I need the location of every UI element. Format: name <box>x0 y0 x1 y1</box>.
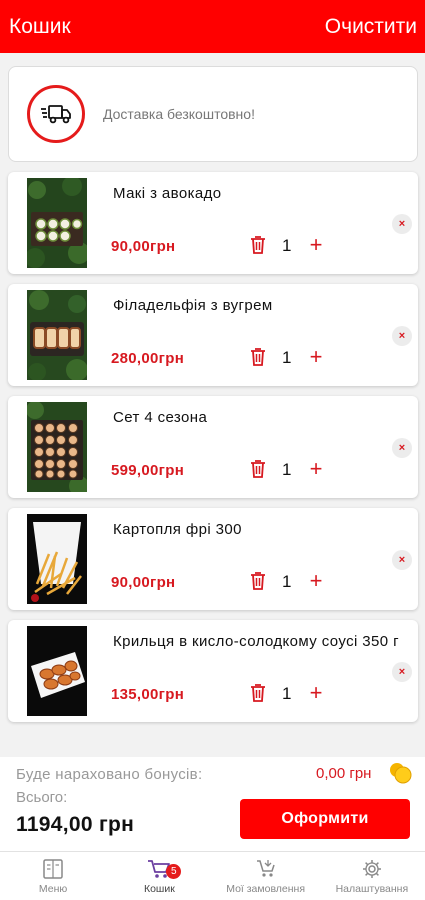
cart-item: Філадельфія з вугрем 280,00грн 1 + × <box>8 284 418 386</box>
coins-icon <box>388 762 412 784</box>
remove-item-button[interactable]: × <box>392 326 412 346</box>
trash-icon[interactable] <box>250 459 266 479</box>
remove-item-button[interactable]: × <box>392 550 412 570</box>
tab-menu[interactable]: Меню <box>0 852 106 900</box>
total-label: Всього: <box>16 789 68 806</box>
item-name: Крильця в кисло-солодкому соусі 350 г <box>113 633 399 650</box>
item-quantity: 1 <box>282 460 292 479</box>
cart-item: Макі з авокадо 90,00грн 1 + × <box>8 172 418 274</box>
product-image-philadelphia-eel <box>27 290 87 380</box>
tab-label: Налаштування <box>335 883 409 895</box>
item-name: Макі з авокадо <box>113 185 222 202</box>
remove-item-button[interactable]: × <box>392 438 412 458</box>
tab-label: Мої замовлення <box>226 883 306 895</box>
item-price: 90,00грн <box>111 574 176 591</box>
trash-icon[interactable] <box>250 683 266 703</box>
item-quantity: 1 <box>282 684 292 703</box>
item-name: Філадельфія з вугрем <box>113 297 273 314</box>
cart-item: Картопля фрі 300 90,00грн 1 + × <box>8 508 418 610</box>
product-image-set-4-seasons <box>27 402 87 492</box>
increase-quantity-button[interactable]: + <box>306 457 326 481</box>
checkout-button[interactable]: Оформити <box>240 799 410 839</box>
orders-icon <box>254 858 278 880</box>
page-title: Кошик <box>9 14 71 38</box>
delivery-banner: Доставка безкоштовно! <box>8 66 418 162</box>
remove-item-button[interactable]: × <box>392 662 412 682</box>
delivery-text: Доставка безкоштовно! <box>103 106 255 122</box>
delivery-truck-icon <box>27 85 85 143</box>
item-name: Сет 4 сезона <box>113 409 208 426</box>
product-image-wings-sweet-sour <box>27 626 87 716</box>
remove-item-button[interactable]: × <box>392 214 412 234</box>
item-price: 599,00грн <box>111 462 185 479</box>
cart-item: Сет 4 сезона 599,00грн 1 + × <box>8 396 418 498</box>
item-price: 280,00грн <box>111 350 185 367</box>
tab-label: Кошик <box>143 883 175 895</box>
trash-icon[interactable] <box>250 235 266 255</box>
increase-quantity-button[interactable]: + <box>306 233 326 257</box>
clear-cart-button[interactable]: Очистити <box>325 15 417 39</box>
trash-icon[interactable] <box>250 347 266 367</box>
tab-settings[interactable]: Налаштування <box>319 852 425 900</box>
item-quantity: 1 <box>282 348 292 367</box>
tab-my-orders[interactable]: Мої замовлення <box>213 852 319 900</box>
gear-icon <box>360 858 384 880</box>
item-quantity: 1 <box>282 572 292 591</box>
bottom-tab-bar: Меню 5 Кошик Мої замовлення Налаштування <box>0 851 425 900</box>
bonus-value: 0,00 грн <box>316 765 372 782</box>
product-image-maki-avocado <box>27 178 87 268</box>
menu-book-icon <box>41 858 65 880</box>
item-price: 90,00грн <box>111 238 176 255</box>
item-price: 135,00грн <box>111 686 185 703</box>
order-summary: Буде нараховано бонусів: 0,00 грн Всього… <box>0 757 425 851</box>
bonus-label: Буде нараховано бонусів: <box>16 766 203 783</box>
cart-item: Крильця в кисло-солодкому соусі 350 г 13… <box>8 620 418 722</box>
product-image-french-fries <box>27 514 87 604</box>
tab-cart[interactable]: 5 Кошик <box>106 852 212 900</box>
item-quantity: 1 <box>282 236 292 255</box>
increase-quantity-button[interactable]: + <box>306 345 326 369</box>
increase-quantity-button[interactable]: + <box>306 681 326 705</box>
tab-label: Меню <box>38 883 68 895</box>
trash-icon[interactable] <box>250 571 266 591</box>
top-bar: Кошик Очистити <box>0 0 425 53</box>
item-name: Картопля фрі 300 <box>113 521 242 538</box>
cart-count-badge: 5 <box>166 864 182 879</box>
increase-quantity-button[interactable]: + <box>306 569 326 593</box>
total-value: 1194,00 грн <box>16 813 135 836</box>
